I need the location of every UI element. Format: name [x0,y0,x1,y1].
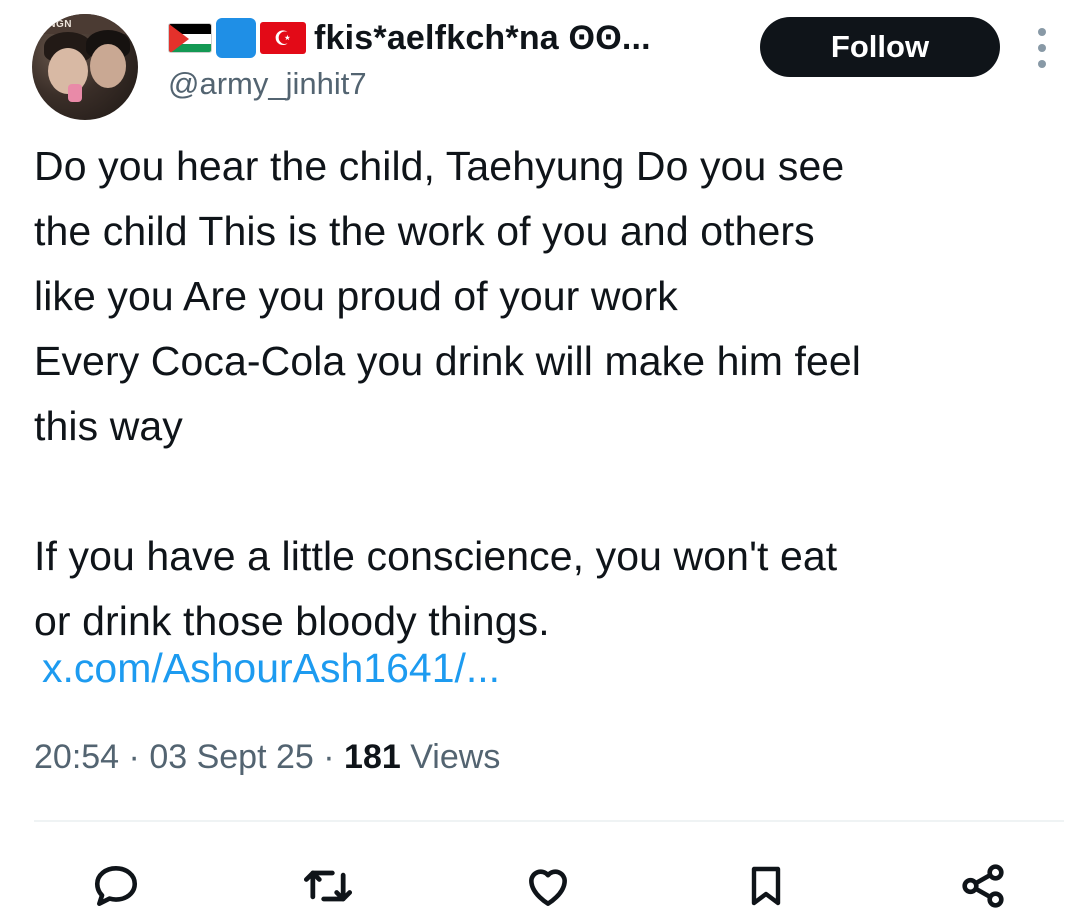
retweet-icon[interactable] [300,858,356,914]
bookmark-icon[interactable] [738,858,794,914]
avatar-phone [68,84,82,102]
blue-square-icon [216,18,256,58]
tweet-text: Do you hear the child, Taehyung Do you s… [34,143,861,644]
meta-separator: · [128,738,140,776]
user-handle[interactable]: @army_jinhit7 [168,66,367,102]
display-name[interactable]: fkis*aelfkch*na ʘʘ... [314,19,651,58]
avatar-face-right [90,44,126,88]
avatar-text: ONGN [40,19,72,30]
author-name-row[interactable]: ☪ fkis*aelfkch*na ʘʘ... [168,16,651,60]
action-bar [0,850,1080,914]
follow-button[interactable]: Follow [760,17,1000,77]
share-icon[interactable] [955,858,1011,914]
turkey-flag-icon: ☪ [260,22,306,54]
heart-icon[interactable] [520,858,576,914]
tweet-date[interactable]: 03 Sept 25 [149,738,313,776]
tweet-meta: 20:54 · 03 Sept 25 · 181 Views [34,738,500,777]
reply-icon[interactable] [88,858,144,914]
divider [34,820,1064,822]
meta-separator: · [323,738,335,776]
more-vertical-icon[interactable] [1030,28,1054,68]
avatar[interactable]: ONGN [32,14,138,120]
tweet-link[interactable]: x.com/AshourAsh1641/... [42,645,500,692]
palestine-flag-icon [168,23,212,53]
views-count: 181 [344,738,401,776]
tweet-time[interactable]: 20:54 [34,738,119,776]
views-label: Views [410,738,501,776]
